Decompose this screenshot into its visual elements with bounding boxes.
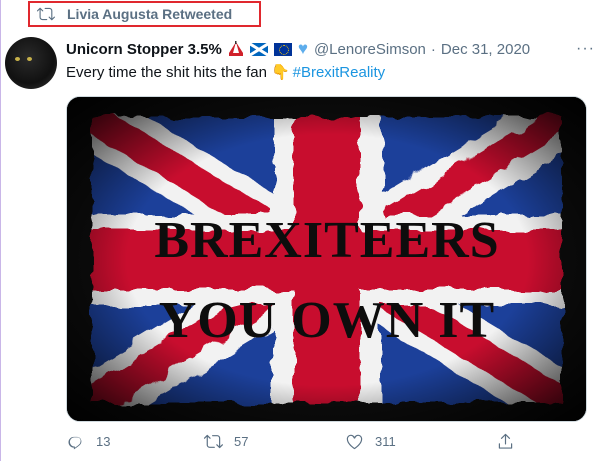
reply-button[interactable]: 13	[66, 432, 110, 451]
retweet-icon	[37, 7, 55, 21]
retweet-count: 57	[234, 434, 249, 449]
retweet-action-icon	[204, 434, 223, 449]
scotland-flag-emoji	[249, 42, 268, 56]
tweet-text: Every time the shit hits the fan 👇 #Brexit…	[66, 63, 385, 81]
retweet-banner[interactable]: Livia Augusta Retweeted	[28, 1, 261, 27]
more-options-icon[interactable]: ···	[576, 40, 595, 58]
media-text-line1: BREXITEERS	[154, 212, 499, 269]
retweet-button[interactable]: 57	[204, 432, 248, 451]
retweet-banner-label: Livia Augusta Retweeted	[67, 6, 233, 22]
media-text-line2: YOU OWN IT	[159, 292, 495, 349]
tweet-frame: Livia Augusta Retweeted Unicorn Stopper …	[0, 0, 601, 461]
user-handle[interactable]: @LenoreSimson	[314, 41, 426, 58]
tweet-actions: 13 57 311	[66, 432, 526, 458]
reply-count: 13	[96, 434, 111, 449]
heart-icon	[346, 434, 363, 450]
tweet-media-image[interactable]: BREXITEERS YOU OWN IT	[66, 96, 587, 422]
blue-heart-emoji: ♥	[297, 39, 308, 58]
share-icon	[498, 433, 513, 449]
tweet-date[interactable]: Dec 31, 2020	[441, 41, 530, 58]
like-count: 311	[375, 434, 396, 449]
reply-icon	[68, 436, 82, 450]
share-button[interactable]	[496, 432, 526, 451]
hashtag-link[interactable]: #BrexitReality	[293, 64, 386, 81]
avatar[interactable]	[5, 37, 57, 89]
tweet-header: Unicorn Stopper 3.5% ♥ @LenoreSimson · D…	[66, 39, 530, 59]
eu-flag-emoji	[273, 42, 292, 56]
circus-tent-emoji	[228, 41, 244, 57]
like-button[interactable]: 311	[345, 432, 396, 451]
display-name[interactable]: Unicorn Stopper 3.5%	[66, 41, 222, 58]
tweet-body: Every time the shit hits the fan	[66, 64, 267, 81]
header-separator: ·	[430, 40, 436, 58]
union-jack-graphic: BREXITEERS YOU OWN IT	[67, 97, 586, 421]
backhand-index-pointing-down-emoji: 👇	[270, 64, 290, 81]
